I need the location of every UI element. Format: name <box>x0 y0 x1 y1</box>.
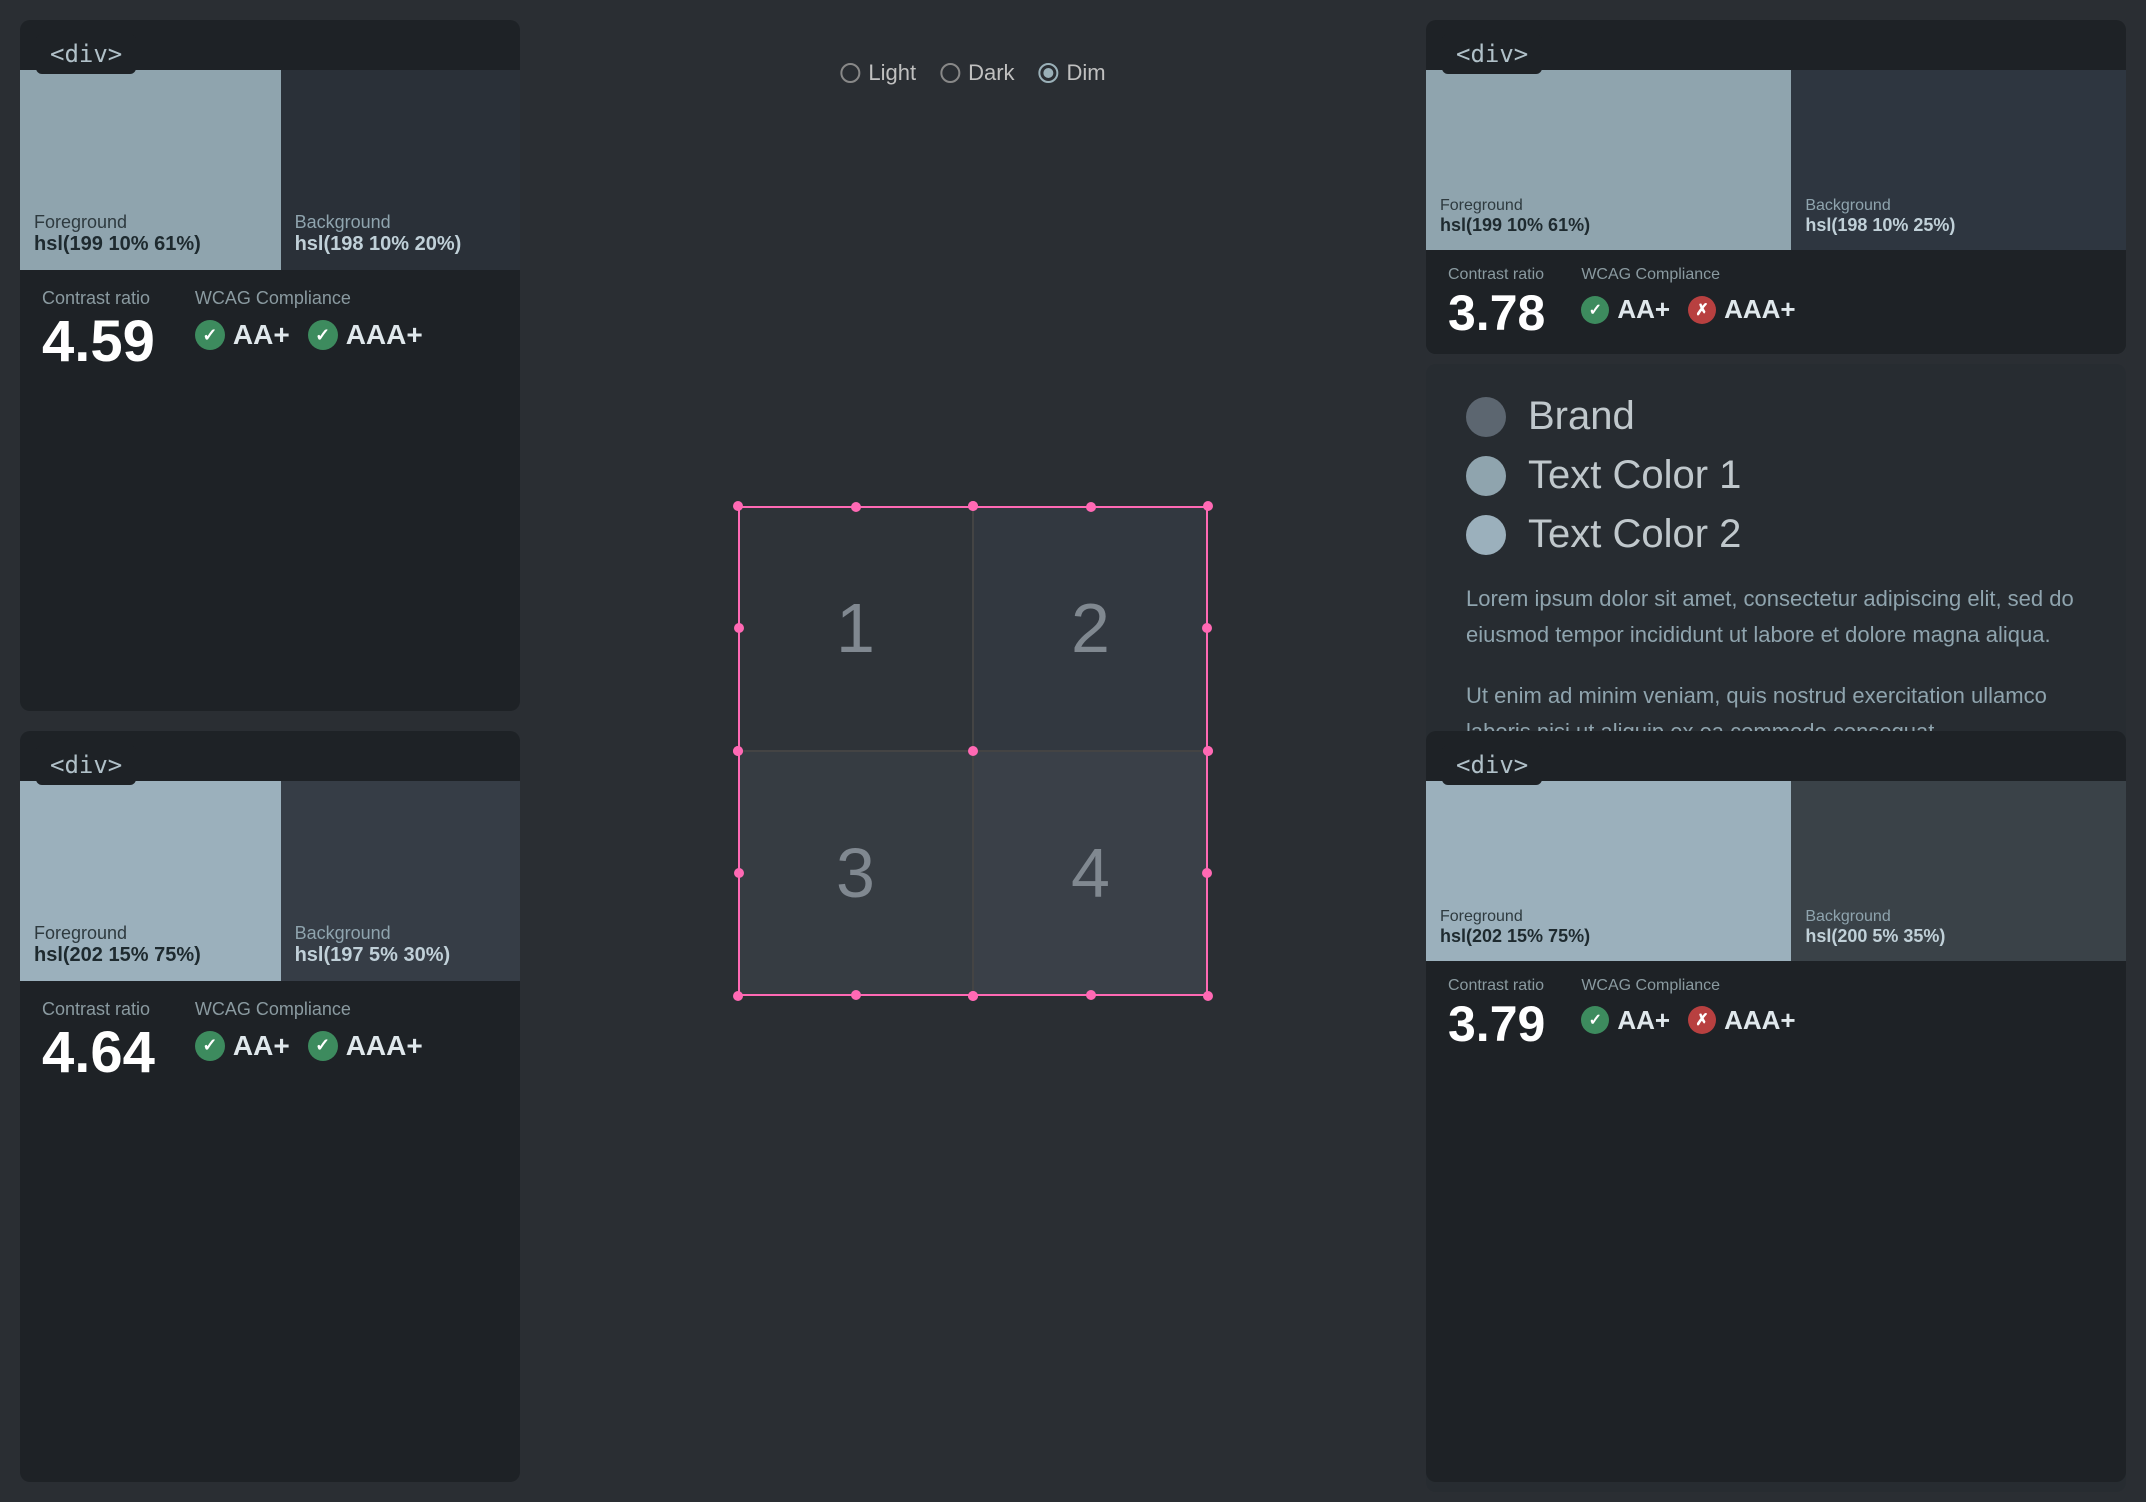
contrast-label-bl: Contrast ratio <box>42 999 155 1020</box>
dot-bl-outer <box>733 991 743 1001</box>
dot-tl-outer <box>733 501 743 511</box>
aa-icon-tl: ✓ <box>195 320 225 350</box>
fg-label-tl: Foreground <box>34 212 267 233</box>
aaa-icon-tr: ✗ <box>1688 296 1716 324</box>
card-title: <div> <box>36 34 136 74</box>
aa-badge-br: ✓ AA+ <box>1581 1005 1670 1036</box>
legend-dot-text1 <box>1466 456 1506 496</box>
design-grid: 1 2 3 4 <box>738 506 1208 996</box>
grid-cell-3: 3 <box>738 751 973 996</box>
grid-cell-4: 4 <box>973 751 1208 996</box>
bg-swatch-br: Background hsl(200 5% 35%) <box>1791 781 2126 961</box>
radio-light[interactable] <box>840 63 860 83</box>
grid-cell-1: 1 <box>738 506 973 751</box>
wcag-label-br: WCAG Compliance <box>1581 977 1795 995</box>
contrast-section-tr: Contrast ratio 3.78 <box>1448 266 1545 338</box>
contrast-value-tr: 3.78 <box>1448 288 1545 338</box>
top-right-card: <div> Foreground hsl(199 10% 61%) Backgr… <box>1426 20 2126 354</box>
aa-badge-tr: ✓ AA+ <box>1581 294 1670 325</box>
bg-swatch-bl: Background hsl(197 5% 30%) <box>281 781 520 981</box>
bg-value-tl: hsl(198 10% 20%) <box>295 233 506 256</box>
fg-value-tr: hsl(199 10% 61%) <box>1440 215 1777 236</box>
dot-br-outer <box>1203 991 1213 1001</box>
aa-icon-br: ✓ <box>1581 1006 1609 1034</box>
wcag-section-tl: WCAG Compliance ✓ AA+ ✓ AAA+ <box>195 288 423 351</box>
bg-value-br: hsl(200 5% 35%) <box>1805 926 2112 947</box>
fg-swatch-br: Foreground hsl(202 15% 75%) <box>1426 781 1791 961</box>
legend-item-text2: Text Color 2 <box>1466 512 2086 557</box>
legend-item-text1: Text Color 1 <box>1466 453 2086 498</box>
fg-value-tl: hsl(199 10% 61%) <box>34 233 267 256</box>
wcag-label-bl: WCAG Compliance <box>195 999 423 1020</box>
bg-value-bl: hsl(197 5% 30%) <box>295 944 506 967</box>
fg-label-tr: Foreground <box>1440 197 1777 215</box>
mode-dim[interactable]: Dim <box>1039 60 1106 86</box>
mode-light[interactable]: Light <box>840 60 916 86</box>
fg-swatch-tr: Foreground hsl(199 10% 61%) <box>1426 70 1791 250</box>
fg-label-bl: Foreground <box>34 923 267 944</box>
card-title-tr: <div> <box>1442 34 1542 74</box>
contrast-label-tl: Contrast ratio <box>42 288 155 309</box>
contrast-section-br: Contrast ratio 3.79 <box>1448 977 1545 1049</box>
bg-swatch-tl: Background hsl(198 10% 20%) <box>281 70 520 270</box>
aaa-icon-br: ✗ <box>1688 1006 1716 1034</box>
body-text-1: Lorem ipsum dolor sit amet, consectetur … <box>1466 581 2086 654</box>
legend-label-text1: Text Color 1 <box>1528 453 1741 498</box>
grid-cell-2: 2 <box>973 506 1208 751</box>
contrast-section-tl: Contrast ratio 4.59 <box>42 288 155 371</box>
contrast-value-tl: 4.59 <box>42 313 155 371</box>
fg-swatch-bl: Foreground hsl(202 15% 75%) <box>20 781 281 981</box>
legend-dot-text2 <box>1466 515 1506 555</box>
bg-label-tl: Background <box>295 212 506 233</box>
center-panel: Light Dark Dim <box>530 0 1416 1502</box>
aaa-icon-tl: ✓ <box>308 320 338 350</box>
aa-icon-tr: ✓ <box>1581 296 1609 324</box>
contrast-section-bl: Contrast ratio 4.64 <box>42 999 155 1082</box>
aa-icon-bl: ✓ <box>195 1031 225 1061</box>
legend-label-text2: Text Color 2 <box>1528 512 1741 557</box>
contrast-label-br: Contrast ratio <box>1448 977 1545 995</box>
aa-badge-bl: ✓ AA+ <box>195 1030 290 1062</box>
aaa-badge-bl: ✓ AAA+ <box>308 1030 423 1062</box>
wcag-label-tl: WCAG Compliance <box>195 288 423 309</box>
bg-label-bl: Background <box>295 923 506 944</box>
radio-dim[interactable] <box>1039 63 1059 83</box>
bg-value-tr: hsl(198 10% 25%) <box>1805 215 2112 236</box>
wcag-label-tr: WCAG Compliance <box>1581 266 1795 284</box>
bottom-right-card: <div> Foreground hsl(202 15% 75%) Backgr… <box>1426 731 2126 1482</box>
card-title-bl: <div> <box>36 745 136 785</box>
fg-swatch-tl: Foreground hsl(199 10% 61%) <box>20 70 281 270</box>
top-left-card: <div> Foreground hsl(199 10% 61%) Backgr… <box>20 20 520 711</box>
aaa-badge-tr: ✗ AAA+ <box>1688 294 1796 325</box>
card-title-br: <div> <box>1442 745 1542 785</box>
bg-label-tr: Background <box>1805 197 2112 215</box>
legend-dot-brand <box>1466 397 1506 437</box>
aaa-badge-tl: ✓ AAA+ <box>308 319 423 351</box>
fg-label-br: Foreground <box>1440 908 1777 926</box>
contrast-label-tr: Contrast ratio <box>1448 266 1545 284</box>
mode-selector: Light Dark Dim <box>840 60 1105 86</box>
legend-items: Brand Text Color 1 Text Color 2 <box>1466 394 2086 557</box>
contrast-value-br: 3.79 <box>1448 999 1545 1049</box>
contrast-value-bl: 4.64 <box>42 1024 155 1082</box>
bottom-left-card: <div> Foreground hsl(202 15% 75%) Backgr… <box>20 731 520 1482</box>
legend-item-brand: Brand <box>1466 394 2086 439</box>
wcag-section-tr: WCAG Compliance ✓ AA+ ✗ AAA+ <box>1581 266 1795 325</box>
fg-value-bl: hsl(202 15% 75%) <box>34 944 267 967</box>
mode-dark[interactable]: Dark <box>940 60 1014 86</box>
radio-dark[interactable] <box>940 63 960 83</box>
wcag-section-br: WCAG Compliance ✓ AA+ ✗ AAA+ <box>1581 977 1795 1036</box>
fg-value-br: hsl(202 15% 75%) <box>1440 926 1777 947</box>
bg-swatch-tr: Background hsl(198 10% 25%) <box>1791 70 2126 250</box>
bg-label-br: Background <box>1805 908 2112 926</box>
aaa-badge-br: ✗ AAA+ <box>1688 1005 1796 1036</box>
dot-tr-outer <box>1203 501 1213 511</box>
legend-label-brand: Brand <box>1528 394 1635 439</box>
aa-badge-tl: ✓ AA+ <box>195 319 290 351</box>
wcag-section-bl: WCAG Compliance ✓ AA+ ✓ AAA+ <box>195 999 423 1062</box>
aaa-icon-bl: ✓ <box>308 1031 338 1061</box>
